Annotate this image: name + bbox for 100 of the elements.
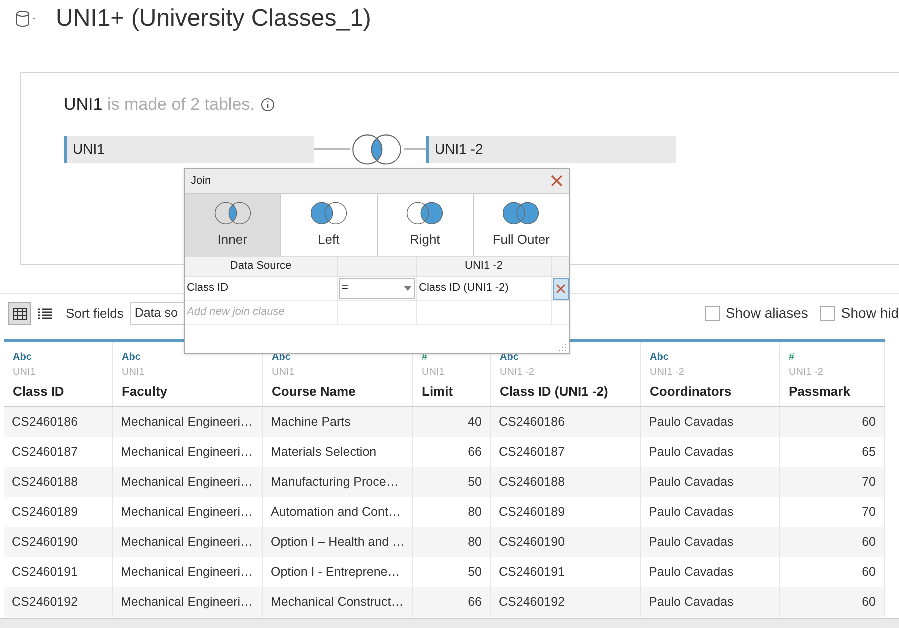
table-cell-text: CS2460186 <box>12 414 78 431</box>
field-type: Abc <box>13 351 32 364</box>
field-source: UNI1 -2 <box>650 366 684 380</box>
sort-dropdown[interactable]: Data so <box>130 302 184 325</box>
checkbox-label: Show aliases <box>726 304 808 323</box>
table-cell-text: 80 <box>468 504 482 521</box>
field-source: UNI1 -2 <box>789 366 824 380</box>
delete-icon <box>556 284 566 294</box>
table-cell-text: CS2460189 <box>12 504 78 521</box>
field-name: Faculty <box>122 383 168 401</box>
table-cell-text: 60 <box>862 594 876 611</box>
table-cell-text: Paulo Cavadas <box>649 564 734 581</box>
table-cell-text: CS2460190 <box>499 534 566 551</box>
table-cell-text: CS2460187 <box>12 444 78 461</box>
table-cell-text: Paulo Cavadas <box>649 504 734 521</box>
table-cell-text: Machine Parts <box>271 414 351 431</box>
clause-header: Data Source <box>230 259 292 274</box>
join-type-button[interactable]: Inner <box>185 194 282 256</box>
field-source: UNI1 -2 <box>500 366 534 380</box>
table-cell-text: Materials Selection <box>271 444 377 461</box>
table-cell-text: 70 <box>862 504 876 521</box>
list-icon <box>38 308 52 320</box>
field-type: # <box>789 351 795 364</box>
table-cell-text: 66 <box>468 444 482 461</box>
table-cell-text: CS2460192 <box>12 594 78 611</box>
table-cell-text: Paulo Cavadas <box>649 594 734 611</box>
field-name: Class ID (UNI1 -2) <box>500 383 608 401</box>
field-source: UNI1 <box>13 366 36 380</box>
table-cell-text: CS2460191 <box>499 564 566 581</box>
field-type: Abc <box>650 351 669 364</box>
field-type: Abc <box>122 351 141 364</box>
column-header[interactable]: Abc UNI1 Class ID <box>4 342 113 406</box>
table-cell-text: CS2460190 <box>12 534 78 551</box>
table-cell-text: CS2460192 <box>499 594 566 611</box>
table-cell-text: Option I - Entreprene… <box>271 564 400 581</box>
table-cell-text: CS2460187 <box>499 444 566 461</box>
table-cell-text: CS2460188 <box>12 474 78 491</box>
checkbox[interactable] <box>820 306 836 321</box>
table-cell-text: Mechanical Engineeri… <box>121 444 254 461</box>
table-tile[interactable]: UNI1 -2 <box>426 136 676 163</box>
table-cell-text: Paulo Cavadas <box>649 534 734 551</box>
venn-icon <box>501 200 542 226</box>
table-cell-text: Mechanical Engineeri… <box>121 564 254 581</box>
table-cell-text: CS2460188 <box>499 474 566 491</box>
venn-icon <box>405 200 446 226</box>
resize-grip-icon[interactable] <box>559 343 567 351</box>
field-name: Limit <box>422 383 454 401</box>
table-cell-text: Paulo Cavadas <box>649 444 734 461</box>
table-cell-text: 40 <box>468 414 482 431</box>
table-cell-text: Mechanical Construct… <box>271 594 404 611</box>
table-cell-text: Mechanical Engineeri… <box>121 534 254 551</box>
close-icon[interactable] <box>551 175 563 187</box>
horizontal-scrollbar[interactable] <box>0 618 899 628</box>
table-cell-text: 80 <box>468 534 482 551</box>
table-cell-text: Mechanical Engineeri… <box>121 594 254 611</box>
grid-icon <box>12 308 26 320</box>
table-cell-text: Mechanical Engineeri… <box>121 504 254 521</box>
checkbox[interactable] <box>704 306 720 321</box>
table-cell-text: 65 <box>862 444 876 461</box>
operator-dropdown[interactable]: = <box>339 278 415 299</box>
info-icon[interactable] <box>260 98 275 112</box>
table-cell-text: 60 <box>862 534 876 551</box>
table-cell-text: Manufacturing Proce… <box>271 474 399 491</box>
view-toggle[interactable] <box>8 302 31 325</box>
checkbox-label: Show hid <box>841 304 899 323</box>
table-cell-text: CS2460186 <box>499 414 566 431</box>
table-cell-text: Option I – Health and … <box>271 534 406 551</box>
column-header[interactable]: # UNI1 -2 Passmark <box>780 342 885 406</box>
table-cell-text: 60 <box>862 414 876 431</box>
dropdown-caret-icon <box>404 286 412 291</box>
page-title: UNI1+ (University Classes_1) <box>56 4 372 34</box>
column-header[interactable]: Abc UNI1 -2 Coordinators <box>641 342 780 406</box>
table-cell-text: Mechanical Engineeri… <box>121 414 254 431</box>
clause-header: UNI1 -2 <box>465 259 503 274</box>
dialog-title: Join <box>191 174 212 189</box>
clause-field[interactable]: Class ID (UNI1 -2) <box>419 280 509 297</box>
field-source: UNI1 <box>272 366 295 380</box>
database-icon[interactable] <box>16 11 38 27</box>
table-cell-text: Mechanical Engineeri… <box>121 474 254 491</box>
table-cell-text: 50 <box>468 564 482 581</box>
delete-clause-button[interactable] <box>552 278 568 300</box>
canvas-summary: UNI1 is made of 2 tables. <box>64 94 255 116</box>
table-cell-text: Automation and Cont… <box>271 504 401 521</box>
table-tile[interactable]: UNI1 <box>64 136 314 163</box>
table-cell-text: 60 <box>862 564 876 581</box>
join-venn-icon <box>350 132 404 166</box>
field-source: UNI1 <box>422 366 445 380</box>
table-cell-text: 66 <box>468 594 482 611</box>
field-name: Passmark <box>789 383 850 401</box>
venn-icon <box>212 200 253 226</box>
field-source: UNI1 <box>122 366 145 380</box>
clause-field[interactable]: Class ID <box>187 280 229 297</box>
table-cell-text: CS2460189 <box>499 504 566 521</box>
field-name: Coordinators <box>650 383 732 401</box>
table-cell-text: Paulo Cavadas <box>649 474 734 491</box>
field-name: Course Name <box>272 383 356 401</box>
table-cell-text: 50 <box>468 474 482 491</box>
table-cell-text: Paulo Cavadas <box>649 414 734 431</box>
table-cell-text: 70 <box>862 474 876 491</box>
field-name: Class ID <box>13 383 64 401</box>
